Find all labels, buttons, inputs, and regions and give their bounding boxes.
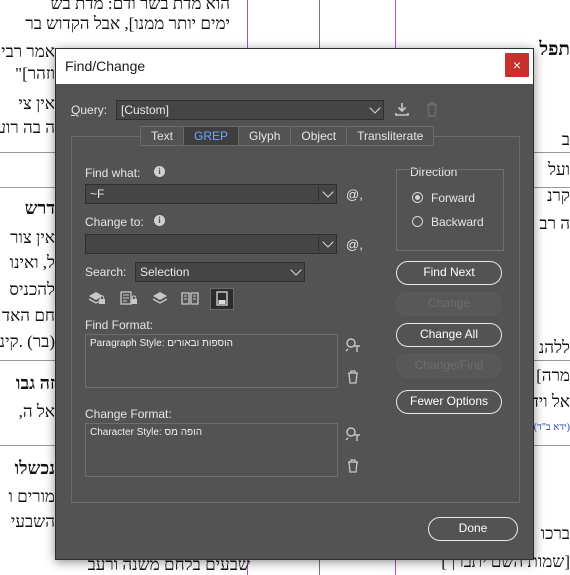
specify-find-format-icon[interactable] xyxy=(345,337,361,357)
tab-glyph[interactable]: Glyph xyxy=(239,126,292,146)
find-what-label: Find what: xyxy=(85,166,141,180)
dialog-titlebar[interactable]: Find/Change × xyxy=(56,49,533,84)
doc-text-line: ללהנ xyxy=(538,338,570,357)
doc-text-line: הוא מדת בשר ודם: מדת בש xyxy=(50,0,231,13)
tab-transliterate[interactable]: Transliterate xyxy=(347,126,435,146)
change-find-button[interactable]: Change/Find xyxy=(396,354,502,378)
save-query-icon[interactable] xyxy=(394,101,410,121)
special-characters-icon[interactable]: @, xyxy=(346,237,363,252)
find-next-button[interactable]: Find Next xyxy=(396,261,502,285)
doc-text-line: (ידא ב"ד)¶ xyxy=(529,422,570,433)
doc-text-line: קרנ xyxy=(547,186,570,205)
find-change-dialog: Find/Change × Query: [Custom] Text GREP … xyxy=(55,48,534,560)
doc-text-line: להכניס xyxy=(9,280,55,299)
chevron-down-icon xyxy=(290,264,302,276)
tab-grep[interactable]: GREP xyxy=(184,126,240,146)
delete-query-icon[interactable] xyxy=(424,101,440,121)
change-format-box[interactable]: Character Style: הופה מס xyxy=(85,423,338,477)
tab-bar: Text GREP Glyph Object Transliterate xyxy=(140,126,435,146)
doc-text-line: מרה] xyxy=(536,366,570,385)
specify-change-format-icon[interactable] xyxy=(345,426,361,446)
doc-text-line: (בר) .קינו xyxy=(0,332,55,351)
doc-heading: דרש xyxy=(24,198,55,218)
doc-heading: זה גבו xyxy=(15,373,55,393)
doc-heading: תפל xyxy=(539,39,570,60)
doc-text-line: אמר רבי xyxy=(1,42,55,61)
include-locked-layers-icon[interactable] xyxy=(87,290,107,310)
chevron-down-icon[interactable] xyxy=(322,186,334,198)
dropdown-divider xyxy=(318,187,319,201)
doc-text-line: וזהר]" xyxy=(15,64,55,83)
dropdown-divider xyxy=(318,237,319,251)
done-button[interactable]: Done xyxy=(428,517,518,541)
search-label: Search: xyxy=(85,265,127,279)
find-format-value: Paragraph Style: הוספות ובאורים xyxy=(90,338,234,349)
doc-heading: נכשלו xyxy=(14,458,55,478)
doc-text-line: אל ויד xyxy=(530,392,570,411)
clear-change-format-icon[interactable] xyxy=(345,459,361,477)
search-scope-dropdown[interactable]: Selection xyxy=(135,262,305,282)
find-what-value: ~F xyxy=(90,187,105,201)
change-format-value: Character Style: הופה מס xyxy=(90,427,203,438)
doc-text-line: חם האד xyxy=(1,306,55,325)
change-all-button[interactable]: Change All xyxy=(396,323,502,347)
query-label-text: uery: xyxy=(80,103,108,117)
change-format-label: Change Format: xyxy=(85,407,172,421)
chevron-down-icon[interactable] xyxy=(322,236,334,248)
change-to-input[interactable] xyxy=(85,234,337,254)
direction-group xyxy=(396,169,504,251)
close-button[interactable]: × xyxy=(505,53,529,77)
change-to-label: Change to: xyxy=(85,215,144,229)
doc-text-line: ברכו xyxy=(540,524,570,543)
chevron-down-icon xyxy=(369,102,381,114)
direction-backward-label[interactable]: Backward xyxy=(431,215,484,229)
tab-text[interactable]: Text xyxy=(140,126,185,146)
doc-text-line: אין צי xyxy=(18,94,55,113)
include-footnotes-icon[interactable] xyxy=(210,288,234,310)
tab-object[interactable]: Object xyxy=(291,126,348,146)
doc-text-line: ל, ואינו xyxy=(9,253,55,272)
info-icon[interactable]: i xyxy=(154,215,165,226)
direction-forward-radio[interactable] xyxy=(412,192,423,203)
clear-find-format-icon[interactable] xyxy=(345,370,361,388)
query-dropdown[interactable]: [Custom] xyxy=(116,100,384,120)
find-format-label: Find Format: xyxy=(85,318,154,332)
query-label: Query: xyxy=(71,103,108,117)
info-icon[interactable]: i xyxy=(154,166,165,177)
change-button[interactable]: Change xyxy=(396,292,502,316)
doc-text-line: אין צור xyxy=(10,228,55,247)
include-hidden-layers-icon[interactable] xyxy=(150,290,170,310)
dialog-title: Find/Change xyxy=(65,58,146,74)
doc-text-line: השבעי xyxy=(10,512,55,531)
doc-text-line: מורים ו xyxy=(8,487,55,506)
doc-text-line: אל ה, xyxy=(18,402,55,421)
doc-text-line: ועל xyxy=(548,160,570,179)
fewer-options-button[interactable]: Fewer Options xyxy=(396,390,502,414)
search-scope-value: Selection xyxy=(140,265,190,279)
include-master-pages-icon[interactable] xyxy=(180,290,200,310)
direction-backward-radio[interactable] xyxy=(412,216,423,227)
include-locked-stories-icon[interactable] xyxy=(119,290,139,310)
doc-text-line: ה בה רוע xyxy=(0,118,55,137)
doc-text-line: ימים יותר ממנו], אבל הקדוש בר xyxy=(25,14,230,33)
doc-text-line: ב xyxy=(561,130,570,149)
doc-text-line: ה רב xyxy=(539,214,570,233)
special-characters-icon[interactable]: @, xyxy=(346,187,363,202)
find-what-input[interactable]: ~F xyxy=(85,184,337,204)
find-format-box[interactable]: Paragraph Style: הוספות ובאורים xyxy=(85,334,338,388)
direction-forward-label[interactable]: Forward xyxy=(431,191,475,205)
query-value: [Custom] xyxy=(121,103,170,117)
